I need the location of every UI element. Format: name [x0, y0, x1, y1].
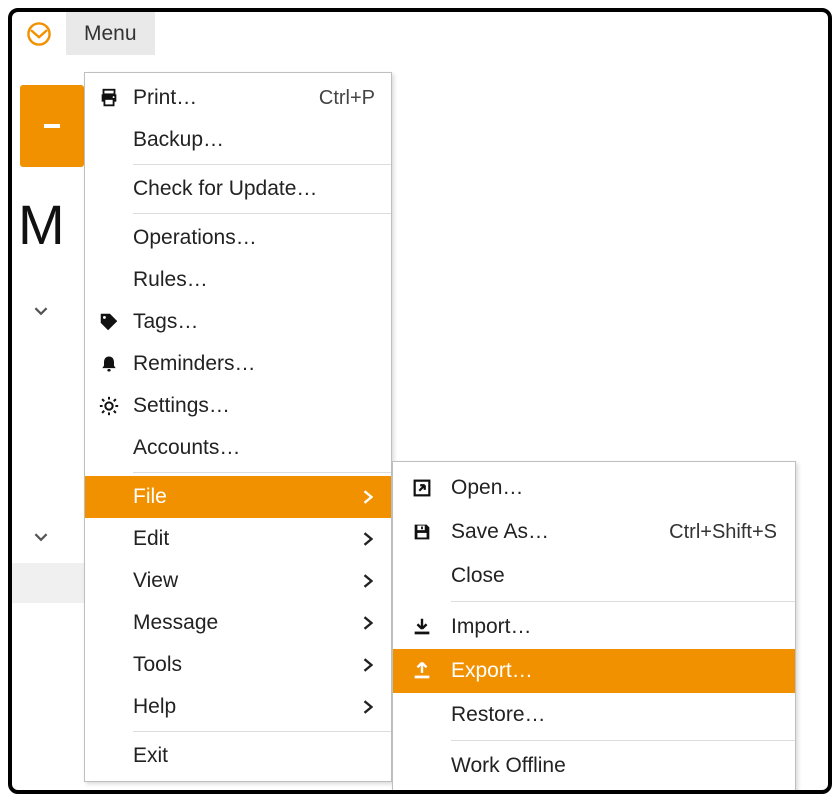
open-icon	[393, 477, 451, 499]
menu-item-operations[interactable]: Operations…	[85, 217, 391, 259]
menu-item-tools[interactable]: Tools	[85, 644, 391, 686]
menu-button-label: Menu	[84, 22, 137, 46]
menu-item-label: Message	[133, 611, 363, 635]
menu-item-label: Tools	[133, 653, 363, 677]
menu-separator	[133, 213, 391, 214]
submenu-item-label: Import…	[451, 615, 795, 639]
submenu-item-import[interactable]: Import…	[393, 605, 795, 649]
page-heading-fragment: M	[18, 192, 65, 257]
menu-item-message[interactable]: Message	[85, 602, 391, 644]
submenu-separator	[451, 740, 795, 741]
export-icon	[393, 660, 451, 682]
menu-item-reminders[interactable]: Reminders…	[85, 343, 391, 385]
submenu-item-label: Save As…	[451, 520, 669, 544]
submenu-arrow-icon	[363, 574, 391, 588]
menu-separator	[133, 472, 391, 473]
submenu-arrow-icon	[363, 658, 391, 672]
tag-icon	[85, 311, 133, 333]
menu-item-label: Accounts…	[133, 436, 391, 460]
menu-item-help[interactable]: Help	[85, 686, 391, 728]
top-bar: Menu	[12, 12, 828, 56]
sidebar-collapse-chevron-2[interactable]	[34, 530, 48, 544]
submenu-item-saveas[interactable]: Save As… Ctrl+Shift+S	[393, 510, 795, 554]
submenu-arrow-icon	[363, 616, 391, 630]
menu-item-label: Print…	[133, 86, 319, 110]
menu-item-label: File	[133, 485, 363, 509]
menu-item-check-update[interactable]: Check for Update…	[85, 168, 391, 210]
sidebar-collapse-chevron-1[interactable]	[34, 304, 48, 318]
menu-item-file[interactable]: File	[85, 476, 391, 518]
chevron-down-icon	[34, 530, 48, 544]
save-icon	[393, 521, 451, 543]
submenu-item-label: Export…	[451, 659, 795, 683]
bell-icon	[85, 354, 133, 374]
menu-item-label: Rules…	[133, 268, 391, 292]
main-menu: Print… Ctrl+P Backup… Check for Update… …	[84, 72, 392, 782]
submenu-item-close[interactable]: Close	[393, 554, 795, 598]
menu-item-backup[interactable]: Backup…	[85, 119, 391, 161]
submenu-item-label: Work Offline	[451, 754, 795, 778]
envelope-logo-icon	[26, 21, 52, 47]
menu-item-accounts[interactable]: Accounts…	[85, 427, 391, 469]
menu-item-label: Backup…	[133, 128, 391, 152]
menu-separator	[133, 731, 391, 732]
menu-item-rules[interactable]: Rules…	[85, 259, 391, 301]
menu-item-tags[interactable]: Tags…	[85, 301, 391, 343]
submenu-item-shortcut: Ctrl+Shift+S	[669, 521, 795, 544]
gear-icon	[85, 395, 133, 417]
app-logo	[12, 12, 66, 55]
submenu-item-work-offline[interactable]: Work Offline	[393, 744, 795, 788]
menu-item-label: View	[133, 569, 363, 593]
menu-item-label: Settings…	[133, 394, 391, 418]
submenu-arrow-icon	[363, 700, 391, 714]
menu-item-label: Tags…	[133, 310, 391, 334]
submenu-arrow-icon	[363, 532, 391, 546]
menu-item-settings[interactable]: Settings…	[85, 385, 391, 427]
submenu-item-label: Open…	[451, 476, 795, 500]
menu-item-shortcut: Ctrl+P	[319, 87, 391, 110]
submenu-arrow-icon	[363, 490, 391, 504]
app-window: Menu M Print… Ctrl+P Backup… Check for U…	[8, 8, 832, 794]
submenu-item-open[interactable]: Open…	[393, 466, 795, 510]
submenu-item-label: Restore…	[451, 703, 795, 727]
chevron-down-icon	[34, 304, 48, 318]
menu-item-label: Edit	[133, 527, 363, 551]
menu-item-label: Reminders…	[133, 352, 391, 376]
menu-item-label: Help	[133, 695, 363, 719]
import-icon	[393, 616, 451, 638]
file-submenu: Open… Save As… Ctrl+Shift+S Close Import…	[392, 461, 796, 793]
minus-icon	[44, 124, 60, 128]
menu-item-view[interactable]: View	[85, 560, 391, 602]
submenu-item-export[interactable]: Export…	[393, 649, 795, 693]
ribbon-button[interactable]	[20, 85, 84, 167]
menu-item-label: Check for Update…	[133, 177, 391, 201]
submenu-separator	[451, 601, 795, 602]
menu-item-print[interactable]: Print… Ctrl+P	[85, 77, 391, 119]
menu-item-label: Exit	[133, 744, 391, 768]
menu-separator	[133, 164, 391, 165]
submenu-item-restore[interactable]: Restore…	[393, 693, 795, 737]
print-icon	[85, 87, 133, 109]
menu-item-exit[interactable]: Exit	[85, 735, 391, 777]
menu-item-edit[interactable]: Edit	[85, 518, 391, 560]
menu-button[interactable]: Menu	[66, 12, 155, 55]
submenu-item-label: Close	[451, 564, 795, 588]
menu-item-label: Operations…	[133, 226, 391, 250]
